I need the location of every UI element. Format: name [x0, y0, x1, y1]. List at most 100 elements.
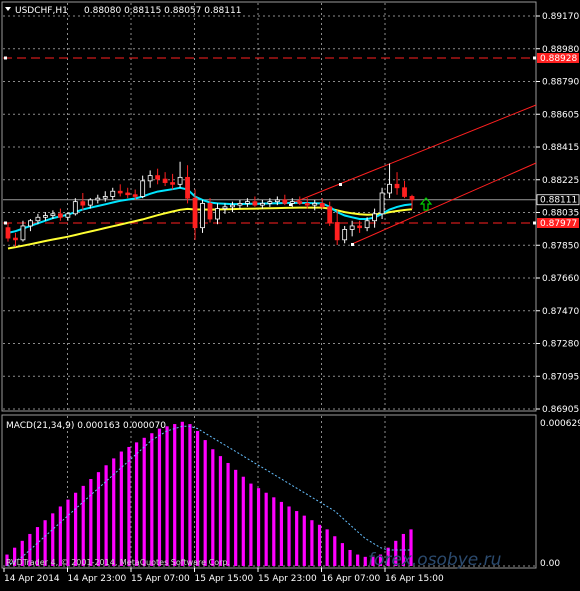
macd-bar — [363, 556, 367, 566]
candle — [28, 219, 33, 232]
macd-bar — [241, 476, 245, 566]
price-tick-label: 0.88035 — [542, 209, 579, 219]
macd-bar — [195, 430, 200, 566]
channel-handle[interactable] — [339, 183, 342, 186]
candle — [334, 210, 340, 246]
price-tick-label: 0.87660 — [542, 274, 579, 284]
candle — [125, 187, 131, 199]
macd-bar — [226, 462, 230, 566]
candle — [162, 172, 168, 187]
channel-upper-line[interactable] — [289, 104, 537, 205]
lower-level-badge: 0.87977 — [537, 217, 579, 229]
macd-bar — [325, 529, 329, 566]
macd-bar — [96, 472, 101, 566]
candle — [259, 199, 265, 209]
chart-menu-icon[interactable] — [5, 7, 11, 11]
site-watermark: forex.osobye.ru — [368, 550, 502, 570]
main-pane-frame — [1, 1, 537, 412]
macd-bar — [234, 469, 238, 566]
time-tick-label: 16 Apr 15:00 — [385, 574, 444, 584]
price-chart[interactable]: 0.891700.889800.887900.886050.884150.882… — [0, 0, 580, 587]
time-axis[interactable]: 14 Apr 2014 14 Apr 23:00 15 Apr 07:00 15 Ap… — [3, 568, 444, 584]
macd-bar — [142, 437, 146, 566]
macd-bar — [310, 520, 314, 566]
macd-bar — [211, 449, 215, 566]
candle — [177, 161, 183, 188]
candle — [402, 180, 407, 199]
macd-bar — [81, 485, 85, 566]
price-tick-label: 0.88225 — [542, 176, 579, 186]
macd-bar — [287, 506, 291, 566]
macd-bar — [203, 440, 207, 566]
time-tick-label: 14 Apr 2014 — [4, 574, 60, 584]
price-axis[interactable]: 0.891700.889800.887900.886050.884150.882… — [536, 12, 579, 415]
lower-level-handle-right[interactable] — [533, 221, 536, 225]
candle — [147, 170, 153, 188]
chart-window[interactable]: 0.89170 0.88980 0.88790 0.88605 0.88415 0.882… — [0, 0, 580, 587]
macd-bar — [356, 554, 360, 566]
svg-text:0.88111: 0.88111 — [540, 196, 577, 206]
svg-text:0.88928: 0.88928 — [540, 54, 577, 64]
symbol-timeframe: USDCHF,H1 — [15, 6, 68, 16]
svg-text:0.87977: 0.87977 — [540, 219, 577, 229]
time-tick-label: 14 Apr 23:00 — [68, 574, 127, 584]
copyright-text: RVDTrader 4, © 2001-2014, MetaQuotes Sof… — [6, 558, 230, 567]
time-tick-label: 15 Apr 07:00 — [131, 574, 190, 584]
price-tick-label: 0.88790 — [542, 78, 579, 88]
candle — [185, 165, 190, 204]
upper-level-badge: 0.88928 — [537, 52, 579, 64]
macd-bar — [348, 549, 352, 566]
macd-bar — [256, 488, 261, 566]
candle — [110, 187, 116, 200]
channel-handle[interactable] — [351, 243, 354, 246]
price-tick-label: 0.87095 — [542, 372, 579, 382]
candle — [170, 173, 175, 190]
macd-bar — [180, 421, 184, 566]
macd-bar — [249, 483, 253, 566]
macd-bar — [317, 524, 322, 566]
channel-lower-line[interactable] — [351, 162, 537, 245]
candle — [80, 192, 86, 211]
candle — [117, 184, 123, 197]
horizontal-grid — [3, 15, 536, 410]
current-price-badge: 0.88111 — [536, 194, 580, 206]
candle — [282, 194, 288, 206]
candle — [409, 194, 415, 210]
time-tick-label: 15 Apr 15:00 — [195, 574, 254, 584]
macd-bar — [89, 479, 93, 566]
upper-level-handle-left[interactable] — [4, 56, 7, 60]
price-tick-label: 0.88605 — [542, 110, 579, 120]
macd-label: MACD(21,34,9) 0.000163 0.000070 — [6, 421, 166, 431]
macd-bar — [264, 492, 268, 566]
candle — [140, 175, 146, 199]
macd-bar — [279, 501, 284, 566]
macd-bar — [173, 424, 177, 566]
macd-bottom-value: 0.00 — [540, 559, 560, 569]
macd-bar — [66, 499, 70, 566]
candle — [20, 220, 26, 242]
macd-bar — [150, 433, 154, 566]
macd-bar — [127, 446, 131, 566]
macd-bar — [157, 428, 162, 566]
time-tick-label: 16 Apr 07:00 — [322, 574, 381, 584]
candle — [5, 222, 11, 242]
candle — [394, 172, 400, 195]
trend-channel[interactable] — [289, 104, 537, 246]
lower-level-handle-left[interactable] — [4, 221, 7, 225]
macd-bar — [340, 543, 344, 566]
macd-top-value: 0.000629 — [540, 419, 580, 429]
candle — [387, 163, 392, 199]
price-tick-label: 0.87470 — [542, 307, 579, 317]
macd-bar — [302, 515, 306, 566]
macd-histogram — [5, 421, 413, 566]
candle — [215, 203, 220, 225]
upper-level-handle-right[interactable] — [533, 56, 536, 60]
candle — [95, 194, 101, 204]
macd-bar — [333, 536, 337, 566]
time-tick-label: 15 Apr 23:00 — [258, 574, 317, 584]
candle — [57, 208, 63, 221]
candle — [155, 168, 161, 185]
candle — [372, 208, 377, 228]
price-tick-label: 0.89170 — [542, 12, 579, 22]
candle — [342, 225, 348, 244]
